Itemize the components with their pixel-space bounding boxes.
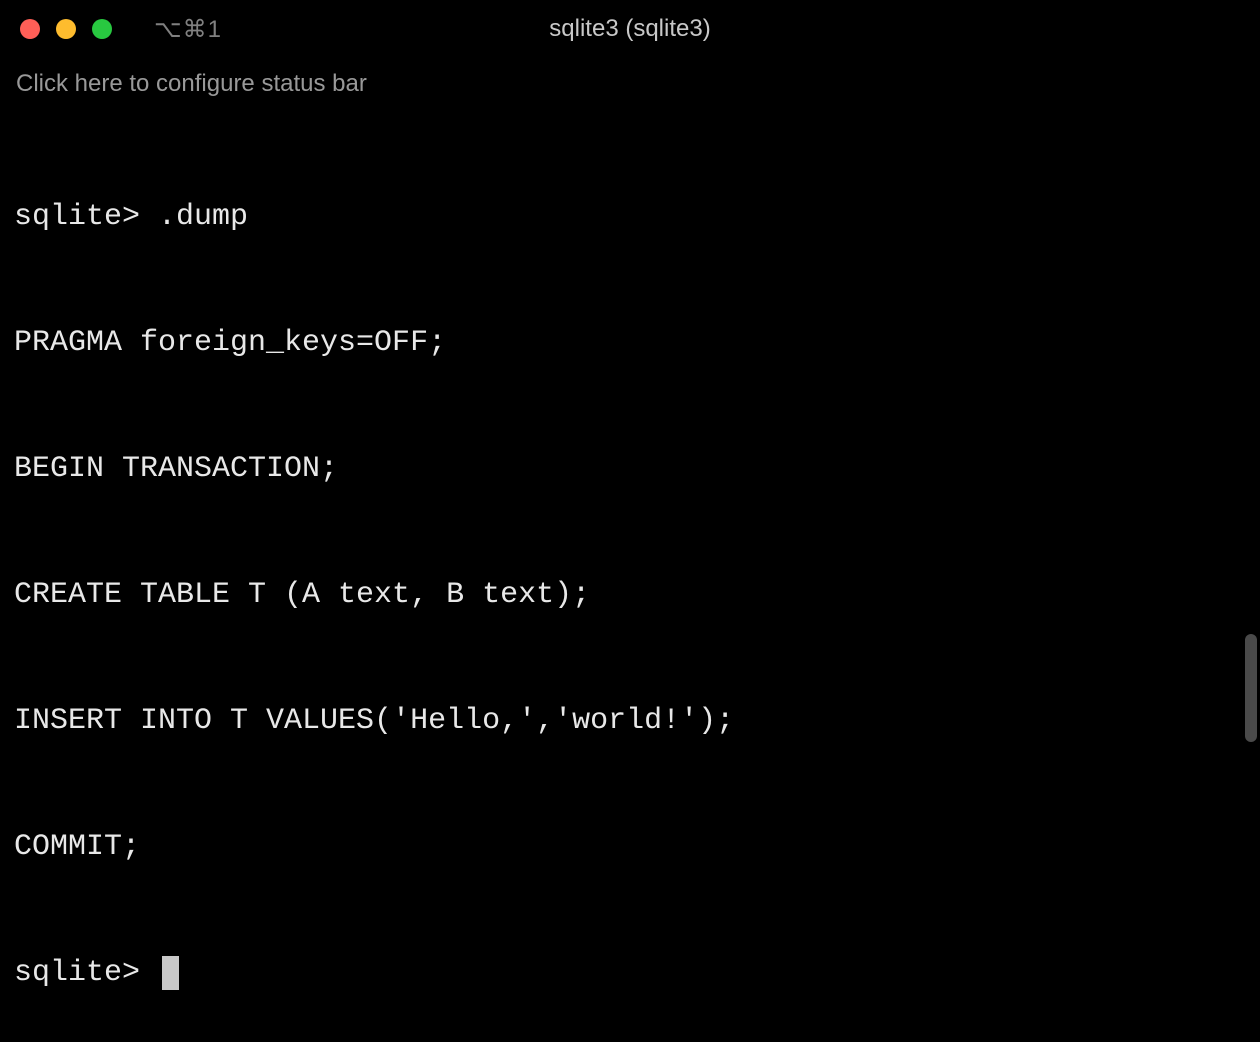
terminal-line: PRAGMA foreign_keys=OFF; — [14, 322, 1246, 364]
scrollbar-thumb[interactable] — [1245, 634, 1257, 742]
terminal-line: CREATE TABLE T (A text, B text); — [14, 574, 1246, 616]
terminal-prompt-text: sqlite> — [14, 956, 158, 990]
terminal-line: sqlite> .dump — [14, 196, 1246, 238]
terminal-line: COMMIT; — [14, 826, 1246, 868]
minimize-window-button[interactable] — [56, 19, 76, 39]
close-window-button[interactable] — [20, 19, 40, 39]
maximize-window-button[interactable] — [92, 19, 112, 39]
window-titlebar: ⌥⌘1 sqlite3 (sqlite3) — [0, 0, 1260, 58]
traffic-lights — [20, 19, 112, 39]
terminal-cursor — [162, 956, 179, 990]
terminal-prompt-line: sqlite> — [14, 952, 1246, 994]
scrollbar-track[interactable] — [1242, 110, 1260, 750]
terminal-line: INSERT INTO T VALUES('Hello,','world!'); — [14, 700, 1246, 742]
terminal-output[interactable]: sqlite> .dump PRAGMA foreign_keys=OFF; B… — [0, 106, 1260, 1042]
status-bar-config-link[interactable]: Click here to configure status bar — [0, 58, 1260, 106]
window-title: sqlite3 (sqlite3) — [549, 15, 710, 43]
tab-shortcut-indicator: ⌥⌘1 — [154, 15, 222, 44]
terminal-line: BEGIN TRANSACTION; — [14, 448, 1246, 490]
